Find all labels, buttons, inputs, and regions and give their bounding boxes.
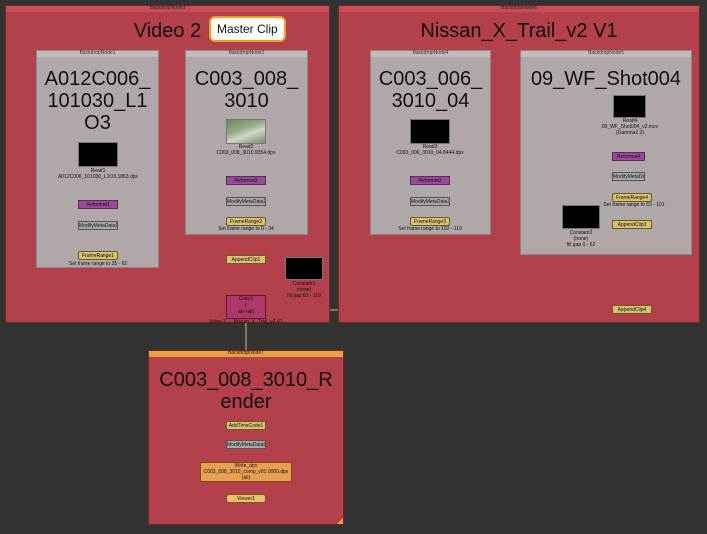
backdrop-name: BackdropNode3	[149, 5, 186, 11]
framerange3-label: Set frame range to 102 - 119	[398, 226, 462, 232]
framerange3-node[interactable]: FrameRange3	[410, 217, 450, 226]
backdrop-title-line1: C003_008_3010_R	[159, 369, 333, 391]
modifymetadata2-node[interactable]: ModifyMetaData2	[226, 197, 266, 206]
framerange1-label: Set frame range to 35 - 62	[68, 261, 128, 267]
framerange1-node[interactable]: FrameRange1	[78, 251, 118, 260]
backdrop-name: BackdropNode7	[228, 350, 264, 356]
read1-label: Read1 A012C006_101030_L1O3.1863.dpx	[50, 168, 146, 180]
group-title-line1: C003_008_	[194, 68, 299, 90]
backdrop-name: BackdropNode6	[501, 5, 537, 11]
group-title-line1: C003_006_	[378, 68, 483, 90]
read4-thumbnail[interactable]	[613, 95, 646, 118]
write-dpx-node[interactable]: Write_dpx C003_008_3010_comp_v01.0000.dp…	[200, 462, 292, 482]
group-header: BackdropNode4	[371, 50, 490, 57]
reformat4-node[interactable]: Reformat4	[612, 152, 645, 161]
appendclip3-node[interactable]: AppendClip3	[612, 220, 652, 229]
group-title-line3: O3	[84, 112, 111, 134]
copy1-node[interactable]: Copy1 ( all->all)	[226, 295, 266, 319]
group-09-wf-shot004[interactable]: BackdropNode5 09_WF_Shot004	[520, 50, 692, 255]
appendclip4-node[interactable]: AppendClip4	[612, 305, 652, 314]
read4-label: Read4 09_WF_Shot004_v2.mov (Gamma2.2)	[595, 118, 665, 136]
group-name: BackdropNode2	[228, 50, 265, 56]
group-title-line1: 09_WF_Shot004	[530, 68, 682, 90]
read2-label: Read2 C003_008_3010.9354.dpx	[206, 144, 286, 156]
reformat2-node[interactable]: Reformat2	[226, 176, 266, 185]
backdrop-title: Nissan_X_Trail_v2 V1	[420, 20, 618, 42]
read3-thumbnail[interactable]	[410, 119, 450, 144]
write-channels: (all)	[241, 475, 251, 481]
master-clip-tooltip: Master Clip	[209, 16, 286, 42]
reformat1-node[interactable]: Reformat1	[78, 200, 118, 209]
modifymetadata3-node[interactable]: ModifyMetaData3	[410, 197, 450, 206]
backdrop-header: BackdropNode7	[149, 350, 343, 357]
modifymetadata1-node[interactable]: ModifyMetaData1	[78, 221, 118, 230]
appendclip1-node[interactable]: AppendClip1	[226, 255, 266, 264]
constant2-label: Constant2 (none) fill gap 0 - 62	[559, 230, 603, 248]
group-name: BackdropNode1	[79, 50, 116, 56]
group-title-line1: A012C006_	[44, 68, 151, 90]
constant2-note: fill gap 0 - 62	[566, 242, 596, 248]
copy1-name: Copy1	[238, 296, 254, 302]
group-title-line2: 3010_04	[391, 90, 470, 112]
copy1-channels: all->all)	[237, 309, 255, 315]
framerange4-label: Set frame range to 63 - 101	[603, 202, 665, 208]
constant1-thumbnail[interactable]	[285, 257, 323, 280]
framerange2-node[interactable]: FrameRange2	[226, 217, 266, 226]
reformat3-node[interactable]: Reformat3	[410, 176, 450, 185]
backdrop-header: BackdropNode3	[6, 5, 329, 12]
group-header: BackdropNode2	[186, 50, 307, 57]
backdrop-header: BackdropNode6	[339, 5, 699, 12]
modifymetadata5-node[interactable]: ModifyMetaData5	[226, 440, 266, 449]
group-header: BackdropNode1	[37, 50, 158, 57]
read1-file: A012C006_101030_L1O3.1863.dpx	[57, 174, 139, 180]
viewer1-node[interactable]: Viewer1	[226, 494, 266, 503]
modifymetadata4-node[interactable]: ModifyMetaData4	[612, 172, 645, 181]
read4-colorspace: (Gamma2.2)	[615, 130, 645, 136]
group-header: BackdropNode5	[521, 50, 691, 57]
read2-file: C003_008_3010.9354.dpx	[216, 150, 276, 156]
copy1-label: Video 2 → Nissan_X_Trail_v2 V1	[209, 319, 283, 325]
framerange4-node[interactable]: FrameRange4	[612, 193, 652, 202]
read2-thumbnail[interactable]	[226, 119, 266, 144]
read3-file: C003_006_3010_04.8444.dpx	[396, 150, 464, 156]
backdrop-title-line2: ender	[220, 391, 272, 413]
constant1-label: Constant1 (none) fill gap 63 - 119	[282, 281, 326, 299]
group-title-line2: 101030_L1	[47, 90, 148, 112]
framerange2-label: Set frame range to 0 - 34	[218, 226, 274, 232]
addtimecode1-node[interactable]: AddTimeCode1	[226, 421, 266, 430]
resize-handle[interactable]	[337, 518, 343, 524]
constant2-thumbnail[interactable]	[562, 205, 600, 229]
read1-thumbnail[interactable]	[78, 142, 118, 167]
group-title-line2: 3010	[224, 90, 269, 112]
read3-label: Read3 C003_006_3010_04.8444.dpx	[390, 144, 470, 156]
group-name: BackdropNode5	[588, 50, 624, 56]
group-name: BackdropNode4	[412, 50, 449, 56]
constant1-note: fill gap 63 - 119	[287, 293, 321, 299]
